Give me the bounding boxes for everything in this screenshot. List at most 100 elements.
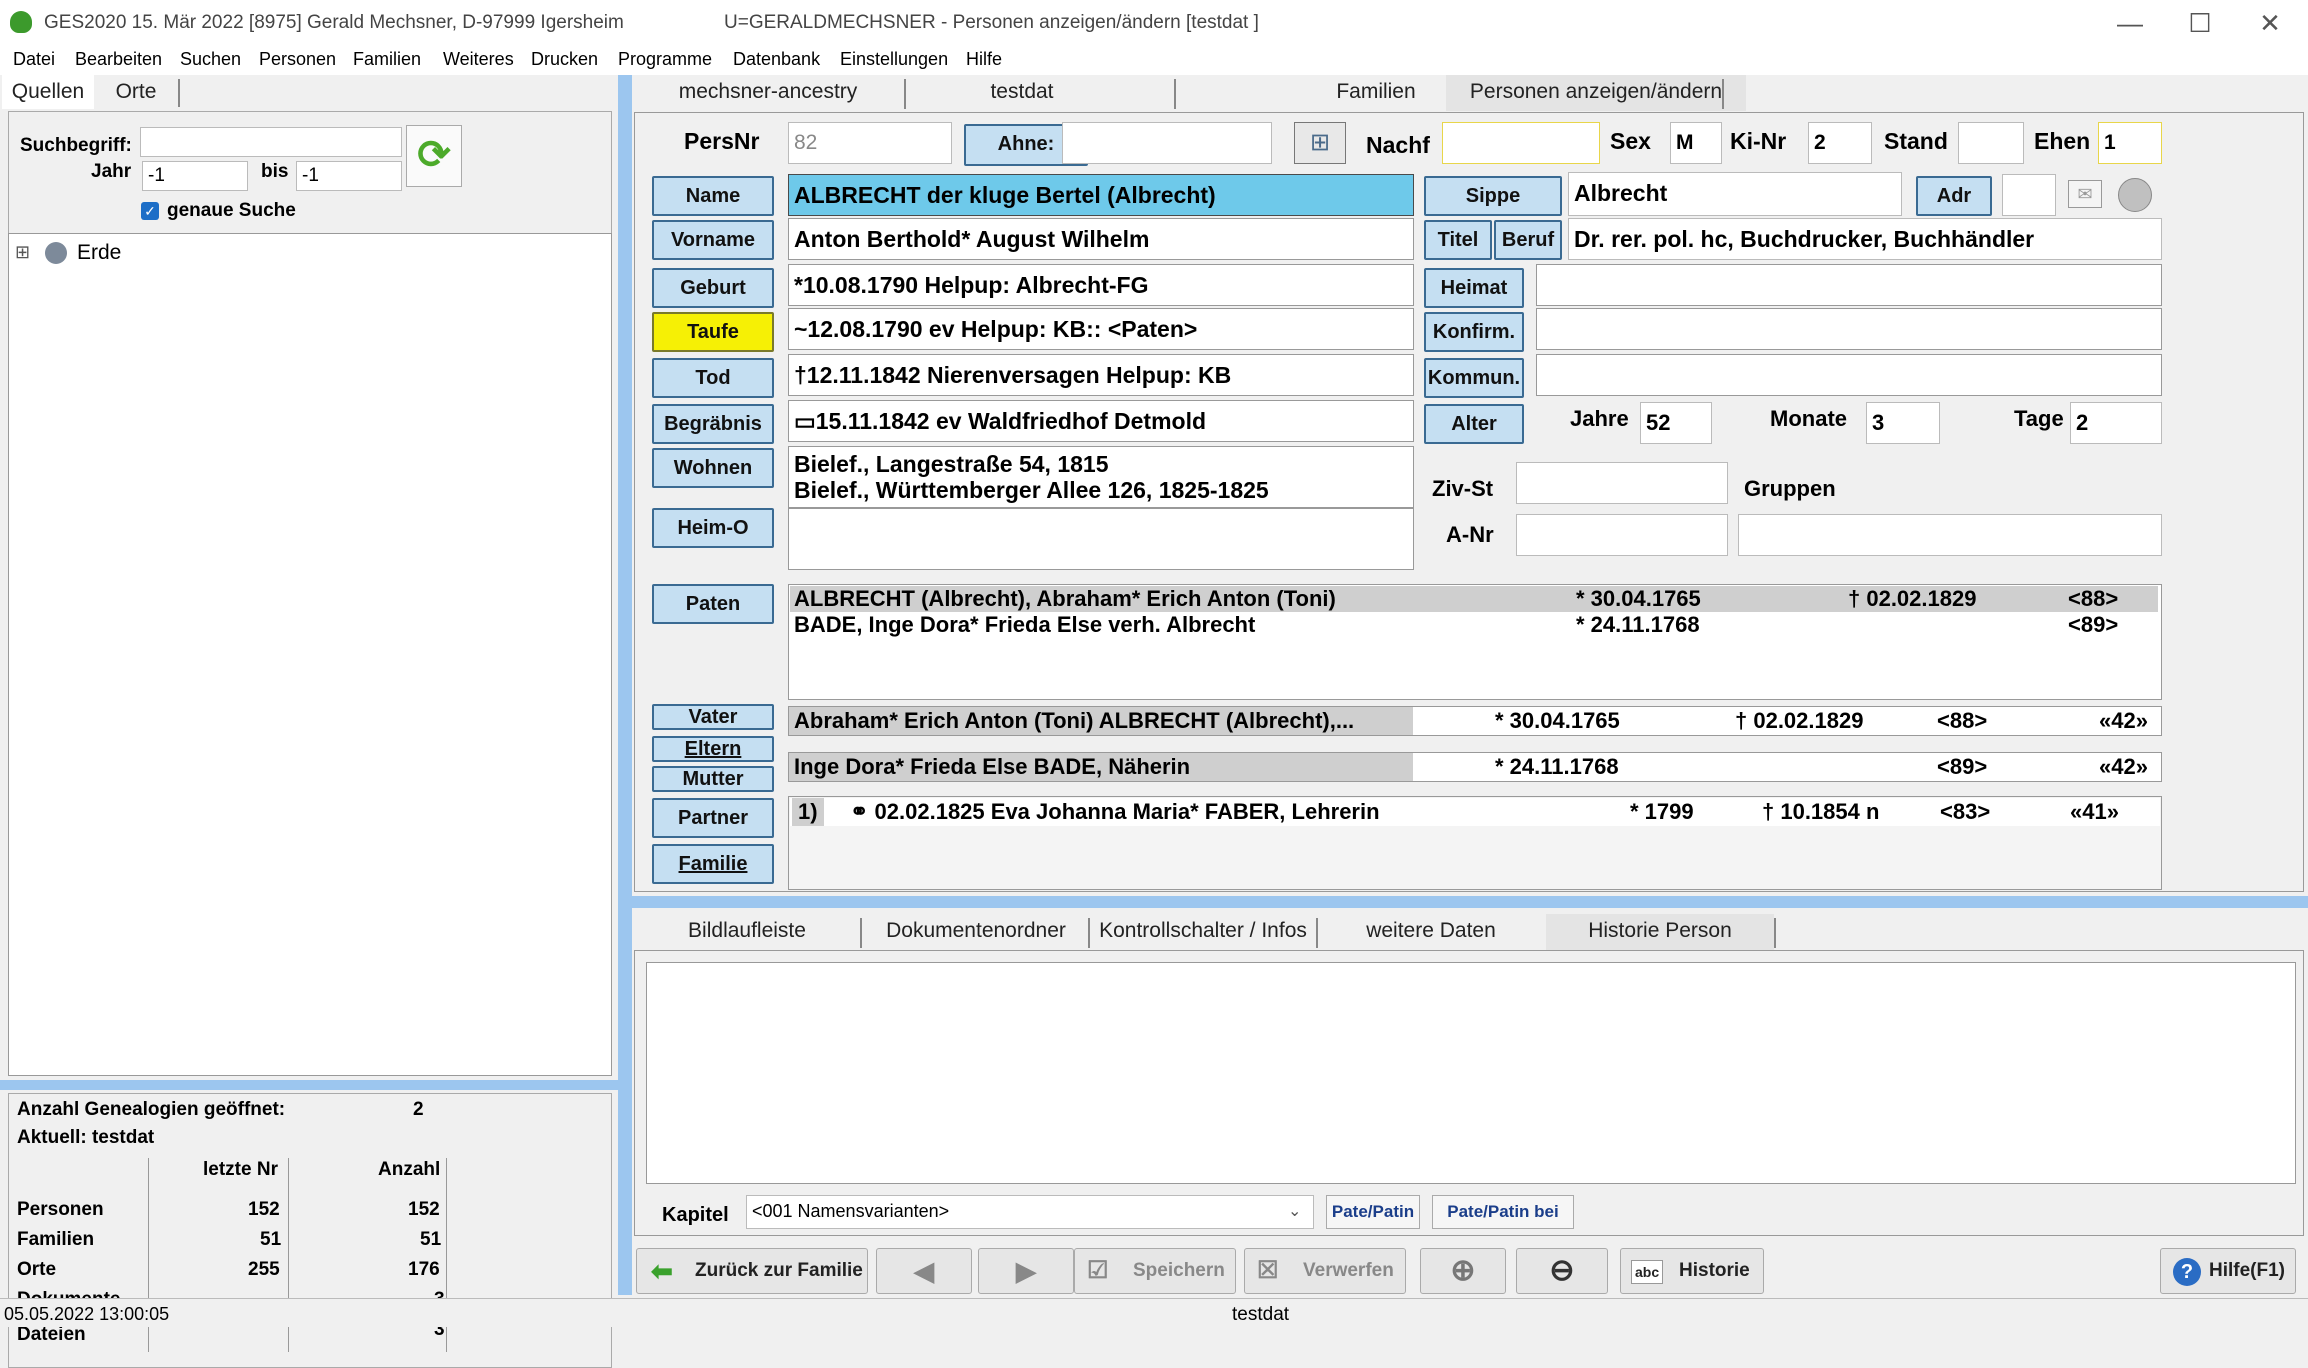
tab-historie-person[interactable]: Historie Person (1546, 914, 1774, 950)
alter-button[interactable]: Alter (1424, 404, 1524, 444)
eltern-button[interactable]: Eltern (652, 736, 774, 762)
splitter-left[interactable] (0, 1080, 618, 1090)
tree-expander[interactable]: ⊞ (15, 242, 30, 263)
tab-kontrollschalter[interactable]: Kontrollschalter / Infos (1090, 914, 1316, 950)
stand-input[interactable] (1958, 122, 2024, 164)
heimat-button[interactable]: Heimat (1424, 268, 1524, 308)
mail-icon[interactable]: ✉ (2068, 180, 2102, 208)
vorname-button[interactable]: Vorname (652, 220, 774, 260)
kinr-input[interactable]: 2 (1808, 122, 1872, 164)
familie-button[interactable]: Familie (652, 844, 774, 884)
kommun-button[interactable]: Kommun. (1424, 358, 1524, 398)
sippe-field[interactable]: Albrecht (1568, 172, 1902, 216)
menu-suchen[interactable]: Suchen (180, 49, 241, 70)
maximize-button[interactable]: ☐ (2170, 6, 2230, 40)
discard-button[interactable]: ☒ Verwerfen (1244, 1248, 1406, 1294)
web-icon[interactable] (2118, 178, 2152, 212)
vorname-field[interactable]: Anton Berthold* August Wilhelm (788, 218, 1414, 260)
zivst-input[interactable] (1516, 462, 1728, 504)
name-button[interactable]: Name (652, 176, 774, 216)
mutter-row[interactable]: Inge Dora* Frieda Else BADE, Näherin * 2… (788, 752, 2162, 782)
begraebnis-field[interactable]: ▭15.11.1842 ev Waldfriedhof Detmold (788, 400, 1414, 442)
tod-button[interactable]: Tod (652, 358, 774, 398)
ahne-input[interactable] (1062, 122, 1272, 164)
tab-bildlaufleiste[interactable]: Bildlaufleiste (632, 914, 862, 950)
anr-input[interactable] (1516, 514, 1728, 556)
menu-programme[interactable]: Programme (618, 49, 712, 70)
tab-weitere-daten[interactable]: weitere Daten (1318, 914, 1544, 950)
heimo-field[interactable] (788, 508, 1414, 570)
konfirm-field[interactable] (1536, 308, 2162, 350)
paten-button[interactable]: Paten (652, 584, 774, 624)
jahre-input[interactable]: 52 (1640, 402, 1712, 444)
titel-button[interactable]: Titel (1424, 220, 1492, 260)
menu-weiteres[interactable]: Weiteres (443, 49, 514, 70)
tab-dokumentenordner[interactable]: Dokumentenordner (864, 914, 1088, 950)
add-button[interactable]: ⊕ (1420, 1248, 1506, 1294)
taufe-field[interactable]: ~12.08.1790 ev Helpup: KB:: <Paten> (788, 308, 1414, 350)
tab-mechsner-ancestry[interactable]: mechsner-ancestry (632, 75, 904, 111)
prev-button[interactable]: ◀ (876, 1248, 972, 1294)
beruf-button[interactable]: Beruf (1494, 220, 1562, 260)
tree-view-icon[interactable]: ⊞ (1294, 122, 1346, 164)
menu-personen[interactable]: Personen (259, 49, 336, 70)
minimize-button[interactable]: — (2100, 6, 2160, 40)
partner-row[interactable]: 1) ⚭ 02.02.1825 Eva Johanna Maria* FABER… (790, 798, 2160, 826)
tod-field[interactable]: †12.11.1842 Nierenversagen Helpup: KB (788, 354, 1414, 396)
gruppen-input[interactable] (1738, 514, 2162, 556)
tab-quellen[interactable]: Quellen (2, 75, 94, 109)
refresh-icon[interactable]: ⟳ (406, 125, 462, 187)
konfirm-button[interactable]: Konfirm. (1424, 312, 1524, 352)
pate-bei-button[interactable]: Pate/Patin bei (1432, 1195, 1574, 1229)
ehen-input[interactable]: 1 (2098, 122, 2162, 164)
splitter-vertical[interactable] (618, 75, 632, 1295)
tab-orte[interactable]: Orte (96, 75, 176, 109)
tree-item-erde[interactable]: Erde (77, 241, 121, 265)
monate-input[interactable]: 3 (1866, 402, 1940, 444)
sex-input[interactable]: M (1670, 122, 1722, 164)
search-input[interactable] (140, 127, 402, 157)
begraebnis-button[interactable]: Begräbnis (652, 404, 774, 444)
chevron-down-icon[interactable]: ⌄ (1288, 1200, 1308, 1224)
heimat-field[interactable] (1536, 264, 2162, 306)
kommun-field[interactable] (1536, 354, 2162, 396)
help-button[interactable]: ? Hilfe(F1) (2160, 1248, 2296, 1294)
sippe-button[interactable]: Sippe (1424, 176, 1562, 216)
tab-testdat[interactable]: testdat (906, 75, 1138, 111)
menu-drucken[interactable]: Drucken (531, 49, 598, 70)
partner-button[interactable]: Partner (652, 798, 774, 838)
paten-row[interactable]: ALBRECHT (Albrecht), Abraham* Erich Anto… (790, 586, 2158, 612)
next-button[interactable]: ▶ (978, 1248, 1074, 1294)
splitter-horizontal[interactable] (632, 896, 2308, 908)
back-to-family-button[interactable]: ⬅ Zurück zur Familie (636, 1248, 868, 1294)
geburt-field[interactable]: *10.08.1790 Helpup: Albrecht-FG (788, 264, 1414, 306)
adr-input[interactable] (2002, 174, 2056, 216)
menu-bearbeiten[interactable]: Bearbeiten (75, 49, 162, 70)
menu-datenbank[interactable]: Datenbank (733, 49, 820, 70)
name-field[interactable]: ALBRECHT der kluge Bertel (Albrecht) (788, 174, 1414, 216)
paten-row[interactable]: BADE, Inge Dora* Frieda Else verh. Albre… (790, 612, 2158, 638)
wohnen-button[interactable]: Wohnen (652, 448, 774, 488)
vater-button[interactable]: Vater (652, 704, 774, 730)
historie-textarea[interactable] (646, 962, 2296, 1184)
wohnen-field[interactable]: Bielef., Langestraße 54, 1815 Bielef., W… (788, 446, 1414, 508)
remove-button[interactable]: ⊖ (1516, 1248, 1608, 1294)
menu-einstellungen[interactable]: Einstellungen (840, 49, 948, 70)
menu-hilfe[interactable]: Hilfe (966, 49, 1002, 70)
save-button[interactable]: ☑ Speichern (1074, 1248, 1236, 1294)
jahr-from-input[interactable]: -1 (142, 161, 248, 191)
pate-button[interactable]: Pate/Patin (1326, 1195, 1420, 1229)
vater-row[interactable]: Abraham* Erich Anton (Toni) ALBRECHT (Al… (788, 706, 2162, 736)
geburt-button[interactable]: Geburt (652, 268, 774, 308)
tab-personen[interactable]: Personen anzeigen/ändern (1446, 75, 1746, 111)
menu-familien[interactable]: Familien (353, 49, 421, 70)
nachf-input[interactable] (1442, 122, 1600, 164)
jahr-to-input[interactable]: -1 (296, 161, 402, 191)
adr-button[interactable]: Adr (1916, 176, 1992, 216)
historie-button[interactable]: abc Historie (1620, 1248, 1764, 1294)
menu-datei[interactable]: Datei (13, 49, 55, 70)
persnr-input[interactable]: 82 (788, 122, 952, 164)
beruf-field[interactable]: Dr. rer. pol. hc, Buchdrucker, Buchhändl… (1568, 218, 2162, 260)
tage-input[interactable]: 2 (2070, 402, 2162, 444)
heimo-button[interactable]: Heim-O (652, 508, 774, 548)
